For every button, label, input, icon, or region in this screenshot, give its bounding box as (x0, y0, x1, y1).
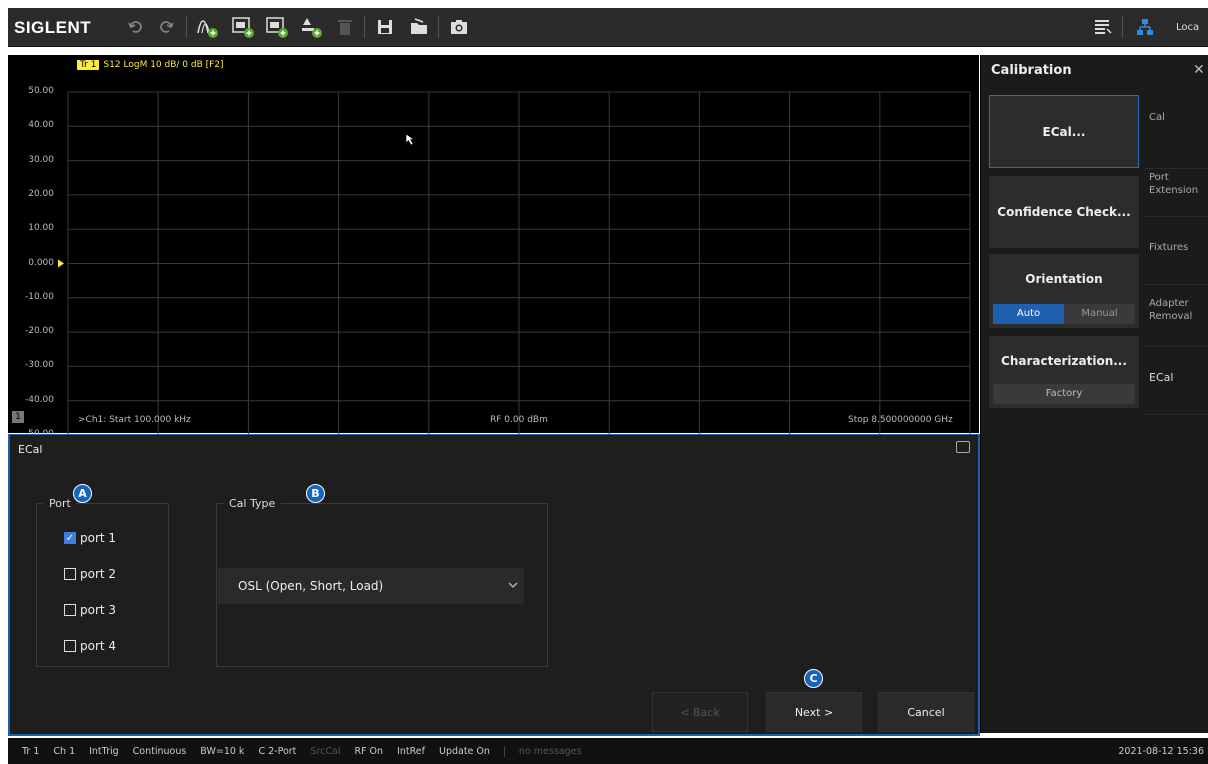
status-item: RF On (354, 745, 384, 757)
y-tick-label: 0.000 (28, 257, 54, 268)
toolbar: SIGLENT Loca (8, 8, 1208, 47)
side-tab-cal[interactable]: Cal (1145, 93, 1208, 169)
stop-frequency-label: Stop 8.500000000 GHz (848, 415, 953, 425)
chart-grid (58, 91, 971, 436)
port-checkbox-1[interactable]: ✓ port 1 (64, 531, 116, 545)
toolbar-separator (364, 16, 365, 38)
status-item: SrcCal (310, 745, 341, 757)
checkbox-checked-icon: ✓ (64, 532, 76, 544)
undo-icon[interactable] (122, 14, 148, 40)
toolbar-separator (186, 16, 187, 38)
save-icon[interactable] (372, 14, 398, 40)
status-item: Continuous (132, 745, 187, 757)
trace-description: S12 LogM 10 dB/ 0 dB [F2] (103, 60, 224, 70)
status-item: no messages (503, 745, 581, 757)
confidence-check-button[interactable]: Confidence Check... (989, 176, 1139, 248)
panel-title: Calibration (991, 63, 1072, 78)
y-tick-label: 10.00 (28, 223, 54, 234)
y-tick-label: 20.00 (28, 188, 54, 199)
side-tab-adapter-removal[interactable]: Adapter Removal (1145, 285, 1208, 347)
status-item: Ch 1 (53, 745, 76, 757)
calibration-panel: Calibration ✕ ECal... Confidence Check..… (980, 55, 1208, 733)
close-icon[interactable]: ✕ (1193, 62, 1205, 78)
snapshot-icon[interactable] (956, 441, 970, 453)
status-bar: Tr 1 Ch 1 IntTrig Continuous BW=10 k C 2-Port… (8, 738, 1208, 764)
side-tab-fixtures[interactable]: Fixtures (1145, 217, 1208, 285)
cal-type-select[interactable]: OSL (Open, Short, Load) (218, 568, 524, 604)
cal-type-value: OSL (Open, Short, Load) (238, 579, 384, 593)
marker-b: B (306, 484, 325, 503)
add-trace-window-icon[interactable] (230, 14, 256, 40)
trace-label[interactable]: Tr 1 S12 LogM 10 dB/ 0 dB [F2] (77, 60, 224, 70)
characterization-value[interactable]: Factory (993, 384, 1135, 404)
trace-tag: Tr 1 (77, 60, 100, 70)
trace-display[interactable]: 50.00 40.00 30.00 20.00 10.00 0.000 -10.00 -20.… (8, 55, 979, 439)
network-icon[interactable] (1132, 14, 1158, 40)
status-datetime: 2021-08-12 15:36 (1118, 745, 1204, 757)
camera-icon[interactable] (446, 14, 472, 40)
characterization-label: Characterization... (1001, 354, 1127, 368)
layout-menu-icon[interactable] (1090, 14, 1116, 40)
orientation-auto-toggle[interactable]: Auto (993, 304, 1064, 324)
open-folder-icon[interactable] (406, 14, 432, 40)
side-tab-ecal[interactable]: ECal (1145, 347, 1208, 415)
orientation-label: Orientation (1025, 272, 1103, 286)
port-checkbox-4[interactable]: port 4 (64, 639, 116, 653)
y-tick-label: -40.00 (24, 394, 54, 405)
y-tick-label: 40.00 (28, 120, 54, 131)
status-item: Tr 1 (22, 745, 40, 757)
y-tick-label: -20.00 (24, 326, 54, 337)
local-label: Loca (1176, 22, 1200, 33)
y-tick-label: 50.00 (28, 86, 54, 96)
add-trace-icon[interactable] (194, 14, 220, 40)
side-tab-port-extension[interactable]: Port Extension (1145, 169, 1208, 217)
port-label: port 2 (80, 567, 117, 581)
toolbar-separator (1122, 16, 1123, 38)
ecal-dialog: ECal Port A ✓ port 1 port 2 port 3 port 4 Ca… (8, 434, 980, 736)
add-marker-icon[interactable] (298, 14, 324, 40)
port-checkbox-3[interactable]: port 3 (64, 603, 116, 617)
checkbox-unchecked-icon (64, 568, 76, 580)
port-checkbox-2[interactable]: port 2 (64, 567, 116, 581)
channel-badge: 1 (12, 411, 24, 423)
rf-power-label: RF 0.00 dBm (490, 415, 548, 425)
dialog-title: ECal (18, 443, 43, 456)
marker-a: A (73, 484, 92, 503)
start-frequency-label: >Ch1: Start 100.000 kHz (78, 415, 191, 425)
brand-logo: SIGLENT (14, 18, 92, 37)
port-label: port 1 (80, 531, 117, 545)
y-tick-label: -10.00 (24, 291, 54, 302)
chevron-down-icon (508, 582, 518, 588)
next-button[interactable]: Next > (766, 692, 862, 732)
cancel-button[interactable]: Cancel (878, 692, 974, 732)
port-label: port 4 (80, 639, 117, 653)
status-item: C 2-Port (258, 745, 297, 757)
status-item: BW=10 k (200, 745, 245, 757)
y-tick-label: 30.00 (28, 154, 54, 165)
y-tick-label: -30.00 (24, 360, 54, 371)
ecal-button[interactable]: ECal... (989, 95, 1139, 168)
reference-level-marker[interactable] (58, 259, 64, 268)
back-button[interactable]: < Back (652, 692, 748, 732)
toolbar-separator (438, 16, 439, 38)
orientation-manual-toggle[interactable]: Manual (1064, 304, 1135, 324)
status-item: Update On (438, 745, 490, 757)
port-legend: Port (49, 497, 71, 510)
checkbox-unchecked-icon (64, 604, 76, 616)
checkbox-unchecked-icon (64, 640, 76, 652)
status-item: IntTrig (89, 745, 119, 757)
status-item: IntRef (397, 745, 425, 757)
delete-icon[interactable] (332, 14, 358, 40)
port-label: port 3 (80, 603, 117, 617)
mouse-cursor-icon (405, 133, 415, 146)
cal-type-legend: Cal Type (229, 497, 276, 510)
add-channel-window-icon[interactable] (264, 14, 290, 40)
redo-icon[interactable] (154, 14, 180, 40)
marker-c: C (804, 669, 823, 688)
